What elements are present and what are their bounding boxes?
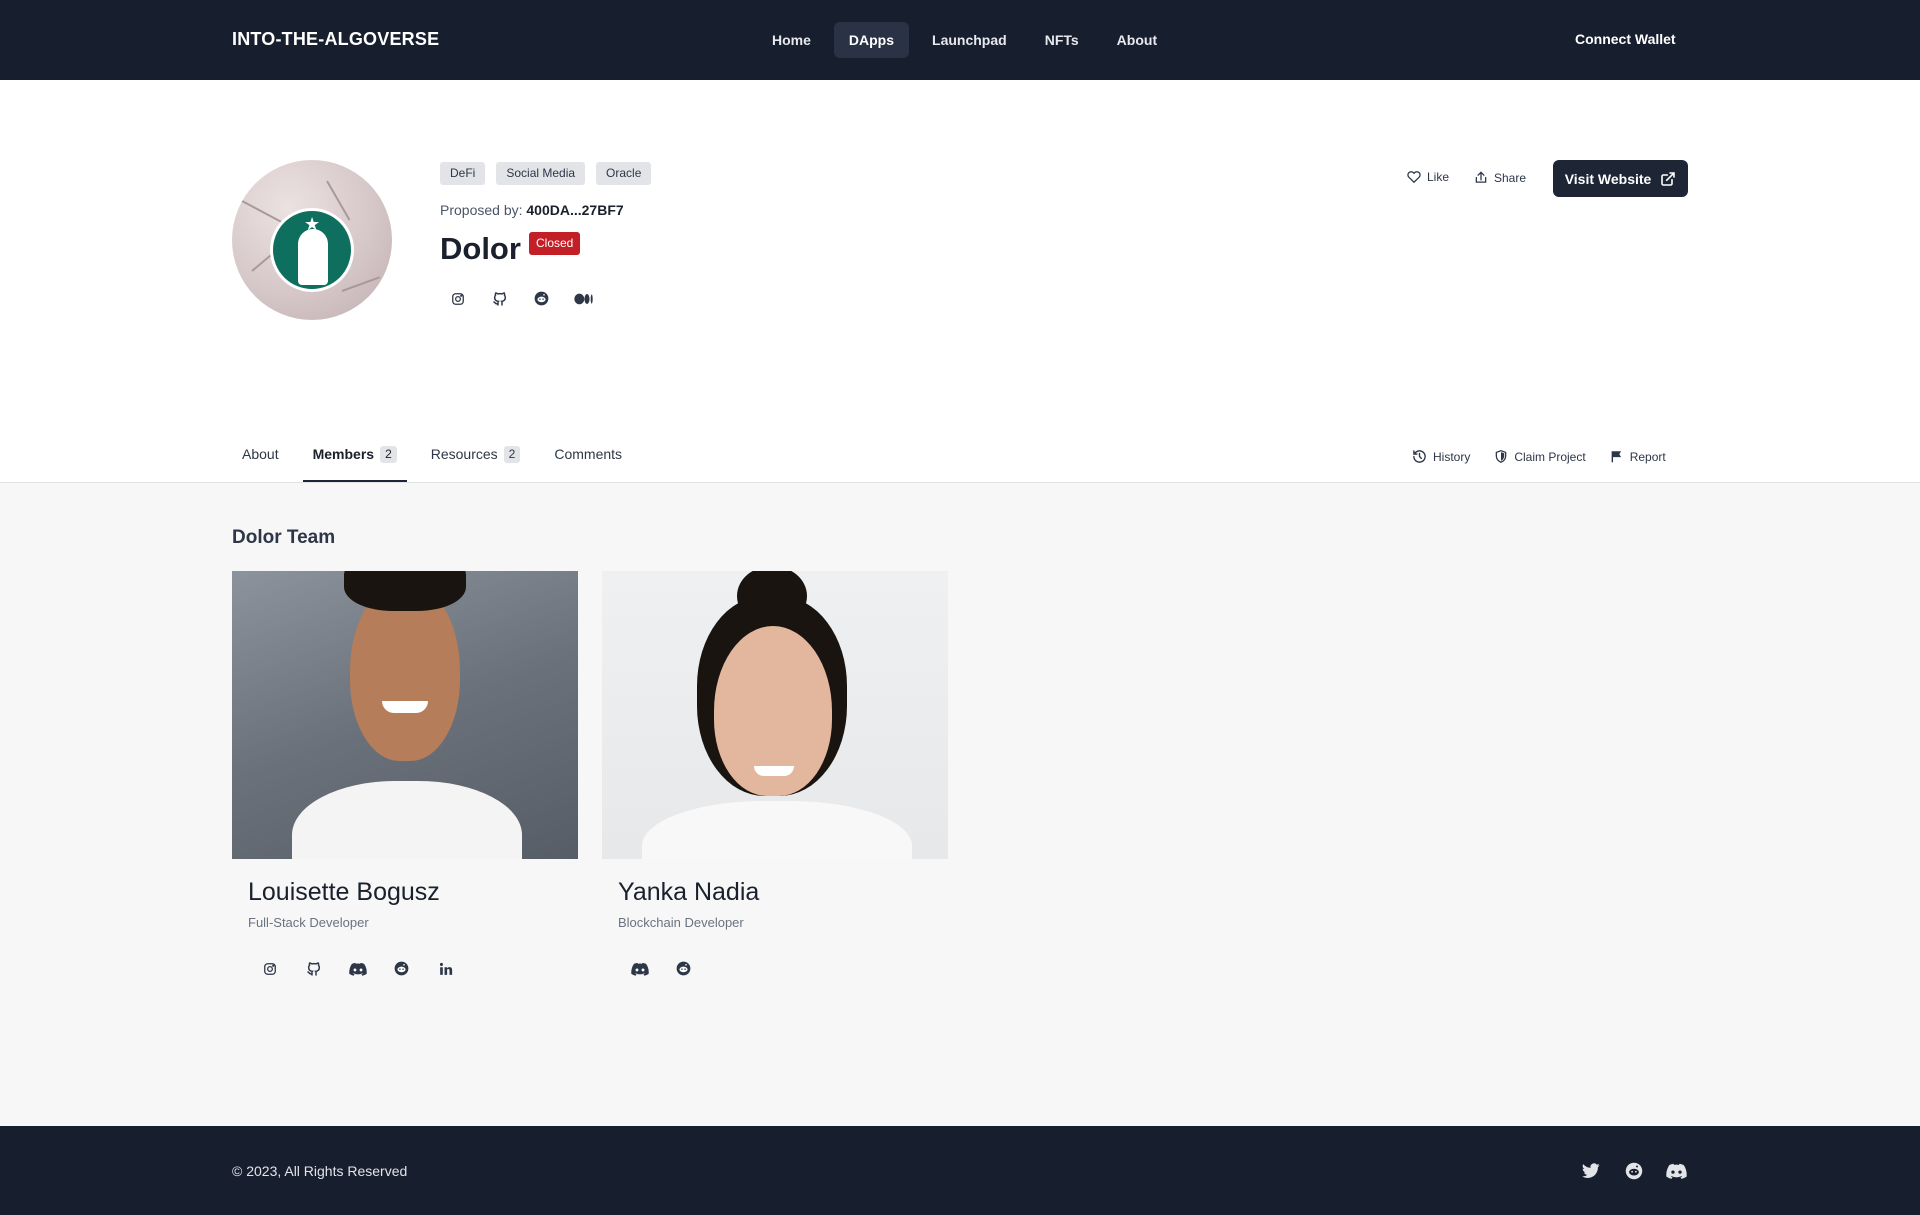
nav-links: Home DApps Launchpad NFTs About <box>757 22 1172 58</box>
discord-icon[interactable] <box>347 958 368 979</box>
nav-link-dapps[interactable]: DApps <box>833 22 910 58</box>
brand-logo[interactable]: INTO-THE-ALGOVERSE <box>232 29 439 50</box>
footer: © 2023, All Rights Reserved <box>0 1126 1920 1215</box>
member-name: Louisette Bogusz <box>248 878 440 906</box>
report-label: Report <box>1629 449 1666 464</box>
share-icon <box>1475 171 1487 183</box>
visit-website-button[interactable]: Visit Website <box>1553 160 1688 197</box>
discord-icon[interactable] <box>1666 1160 1687 1181</box>
report-button[interactable]: Report <box>1610 449 1666 464</box>
member-photo <box>602 571 948 859</box>
tab-resources[interactable]: Resources 2 <box>421 436 531 483</box>
claim-project-label: Claim Project <box>1514 449 1586 464</box>
tag-oracle[interactable]: Oracle <box>596 162 652 185</box>
tab-about[interactable]: About <box>232 436 289 483</box>
share-label: Share <box>1494 170 1527 185</box>
member-links <box>259 958 578 979</box>
member-photo <box>232 571 578 859</box>
project-logo: ★ <box>232 160 392 320</box>
nav-link-home[interactable]: Home <box>757 22 826 58</box>
linkedin-icon[interactable] <box>435 958 456 979</box>
member-card[interactable]: Louisette Bogusz Full-Stack Developer <box>232 571 578 979</box>
team-title: Dolor Team <box>232 527 336 548</box>
history-button[interactable]: History <box>1412 449 1470 464</box>
member-links <box>629 958 948 979</box>
tab-actions: History Claim Project Report <box>1412 449 1666 464</box>
tag-defi[interactable]: DeFi <box>440 162 486 185</box>
github-icon[interactable] <box>489 288 510 309</box>
proposer-address[interactable]: 400DA...27BF7 <box>526 202 623 218</box>
reddit-icon[interactable] <box>531 288 552 309</box>
tab-comments[interactable]: Comments <box>544 436 632 483</box>
shield-icon <box>1496 449 1507 464</box>
member-card[interactable]: Yanka Nadia Blockchain Developer <box>602 571 948 979</box>
twitter-icon[interactable] <box>1580 1160 1601 1181</box>
tag-social-media[interactable]: Social Media <box>496 162 586 185</box>
project-title: Dolor <box>440 231 521 266</box>
reddit-icon[interactable] <box>1623 1160 1644 1181</box>
tab-members-label: Members <box>312 446 375 462</box>
reddit-icon[interactable] <box>391 958 412 979</box>
github-icon[interactable] <box>303 958 324 979</box>
instagram-icon[interactable] <box>447 288 468 309</box>
share-button[interactable]: Share <box>1474 170 1526 185</box>
like-label: Like <box>1427 170 1450 184</box>
copyright: © 2023, All Rights Reserved <box>232 1163 408 1179</box>
reddit-icon[interactable] <box>673 958 694 979</box>
connect-wallet-button[interactable]: Connect Wallet <box>1575 31 1676 47</box>
nav-link-launchpad[interactable]: Launchpad <box>917 22 1022 58</box>
discord-icon[interactable] <box>629 958 650 979</box>
nav-link-nfts[interactable]: NFTs <box>1030 22 1094 58</box>
heart-icon <box>1407 171 1421 184</box>
project-tags: DeFi Social Media Oracle <box>440 162 652 185</box>
tab-resources-count: 2 <box>503 446 521 463</box>
external-link-icon <box>1661 171 1676 186</box>
footer-socials <box>1580 1160 1687 1181</box>
status-badge: Closed <box>529 232 581 255</box>
member-role: Blockchain Developer <box>618 915 744 930</box>
claim-project-button[interactable]: Claim Project <box>1494 449 1586 464</box>
tab-members-count: 2 <box>380 446 397 463</box>
like-button[interactable]: Like <box>1407 170 1449 184</box>
navbar: INTO-THE-ALGOVERSE Home DApps Launchpad … <box>0 0 1920 80</box>
tab-resources-label: Resources <box>430 446 498 462</box>
instagram-icon[interactable] <box>259 958 280 979</box>
tab-about-label: About <box>242 446 279 462</box>
member-name: Yanka Nadia <box>618 878 760 906</box>
member-role: Full-Stack Developer <box>248 915 369 930</box>
medium-icon[interactable] <box>573 288 594 309</box>
proposed-by: Proposed by: 400DA...27BF7 <box>440 202 624 218</box>
visit-website-label: Visit Website <box>1564 170 1652 187</box>
history-icon <box>1413 450 1426 463</box>
tab-comments-label: Comments <box>554 446 623 462</box>
project-socials <box>447 288 594 309</box>
nav-link-about[interactable]: About <box>1102 22 1172 58</box>
tab-members[interactable]: Members 2 <box>302 436 407 483</box>
history-label: History <box>1433 449 1471 464</box>
project-tabs: About Members 2 Resources 2 Comments <box>232 436 646 483</box>
proposed-by-label: Proposed by: <box>440 202 523 218</box>
flag-icon <box>1611 451 1621 463</box>
